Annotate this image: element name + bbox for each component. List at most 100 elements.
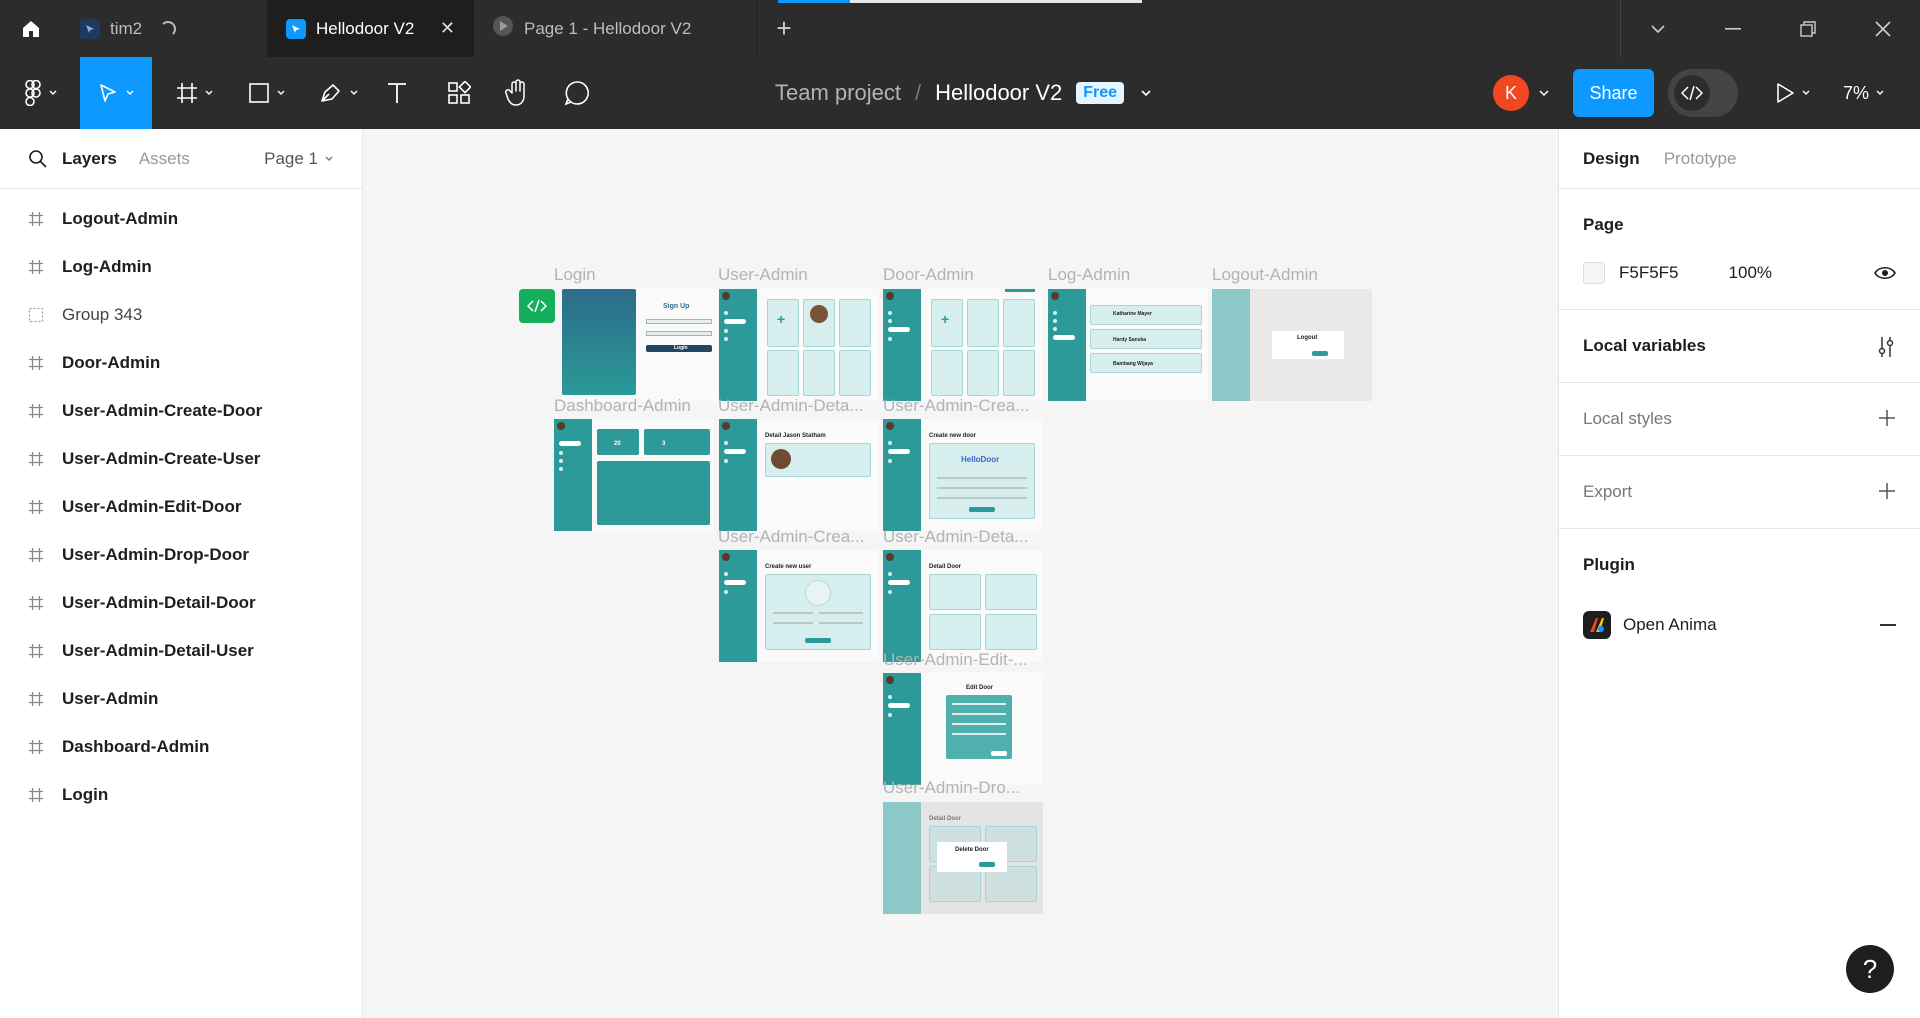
frame-door-admin[interactable]: + xyxy=(883,289,1043,401)
move-tool-button[interactable] xyxy=(80,57,152,129)
new-tab-button[interactable]: + xyxy=(757,0,811,57)
remove-plugin-icon[interactable] xyxy=(1880,624,1896,626)
plugin-item[interactable]: Open Anima xyxy=(1583,601,1896,649)
frame-label-create-user[interactable]: User-Admin-Crea... xyxy=(718,527,878,547)
minimize-icon xyxy=(1724,27,1741,30)
frame-label-detail-user[interactable]: User-Admin-Deta... xyxy=(718,396,878,416)
close-tab-icon[interactable]: ✕ xyxy=(440,18,455,39)
text-tool-button[interactable] xyxy=(380,57,414,129)
dev-resources-button[interactable] xyxy=(519,289,555,323)
mock-card xyxy=(1003,299,1035,347)
variables-settings-icon[interactable] xyxy=(1876,336,1896,358)
layer-item[interactable]: Dashboard-Admin xyxy=(0,723,362,771)
frame-label-login[interactable]: Login xyxy=(554,265,596,285)
user-avatar[interactable]: K xyxy=(1493,75,1529,111)
frame-dashboard-admin[interactable]: 20 3 xyxy=(554,419,714,531)
mock-card xyxy=(929,574,981,610)
layer-item[interactable]: Login xyxy=(0,771,362,819)
detail-door-title: Detail Door xyxy=(929,816,962,822)
frame-label-door-admin[interactable]: Door-Admin xyxy=(883,265,974,285)
frame-user-admin-detail-door[interactable]: Detail Door xyxy=(883,550,1043,662)
frame-label-detail-door[interactable]: User-Admin-Deta... xyxy=(883,527,1043,547)
layer-item[interactable]: User-Admin-Edit-Door xyxy=(0,483,362,531)
zoom-level: 7% xyxy=(1843,82,1870,103)
resources-button[interactable] xyxy=(440,57,478,129)
layer-item[interactable]: User-Admin-Detail-User xyxy=(0,627,362,675)
tab-tim2[interactable]: tim2 xyxy=(62,0,268,57)
page-section: Page F5F5F5 100% xyxy=(1559,189,1920,310)
eye-icon[interactable] xyxy=(1874,266,1896,280)
layer-item[interactable]: User-Admin-Drop-Door xyxy=(0,531,362,579)
page-color-value[interactable]: F5F5F5 xyxy=(1619,263,1679,283)
mock-card xyxy=(767,350,799,396)
frame-logout-admin[interactable]: Logout xyxy=(1212,289,1372,401)
frame-user-admin-edit-door[interactable]: Edit Door xyxy=(883,673,1043,785)
frame-label-dashboard-admin[interactable]: Dashboard-Admin xyxy=(554,396,698,416)
frame-label-create-door[interactable]: User-Admin-Crea... xyxy=(883,396,1043,416)
layer-item[interactable]: Group 343 xyxy=(0,291,362,339)
frame-login[interactable]: Sign Up Login xyxy=(562,289,721,401)
chevron-down-icon[interactable] xyxy=(1538,88,1550,98)
page-fill-row[interactable]: F5F5F5 100% xyxy=(1583,249,1896,297)
mock-sidebar xyxy=(719,550,757,662)
tab-assets[interactable]: Assets xyxy=(139,149,190,169)
comment-tool-button[interactable] xyxy=(560,57,594,129)
page-opacity-value[interactable]: 100% xyxy=(1729,263,1772,283)
plus-icon[interactable] xyxy=(1878,482,1896,500)
pen-tool-button[interactable] xyxy=(312,57,366,129)
main-menu-button[interactable] xyxy=(14,57,68,129)
layer-item[interactable]: Log-Admin xyxy=(0,243,362,291)
restore-button[interactable] xyxy=(1770,0,1845,57)
tab-hellodoor-v2[interactable]: Hellodoor V2 ✕ xyxy=(268,0,474,57)
mock-sidebar xyxy=(719,419,757,531)
file-name[interactable]: Hellodoor V2 xyxy=(935,80,1062,106)
layer-item[interactable]: Door-Admin xyxy=(0,339,362,387)
search-icon[interactable] xyxy=(28,149,48,169)
frame-user-admin-drop-door[interactable]: Detail Door Delete Door xyxy=(883,802,1043,914)
chevron-down-icon[interactable] xyxy=(1138,85,1154,101)
plan-badge[interactable]: Free xyxy=(1076,82,1125,104)
layer-item[interactable]: User-Admin-Detail-Door xyxy=(0,579,362,627)
frame-label-edit-door[interactable]: User-Admin-Edit-... xyxy=(883,650,1043,670)
mock-input xyxy=(952,723,1006,725)
minimize-button[interactable] xyxy=(1695,0,1770,57)
frame-log-admin[interactable]: Katharine Mayer Hardy Sanska Bambang Wij… xyxy=(1048,289,1208,401)
local-variables-title[interactable]: Local variables xyxy=(1583,310,1896,382)
frame-user-admin[interactable]: + xyxy=(719,289,879,401)
share-button[interactable]: Share xyxy=(1573,69,1654,117)
home-button[interactable] xyxy=(0,0,62,57)
tab-design[interactable]: Design xyxy=(1583,149,1640,169)
tab-page1-hellodoor[interactable]: Page 1 - Hellodoor V2 xyxy=(474,0,757,57)
close-window-button[interactable] xyxy=(1845,0,1920,57)
toolbar: Team project / Hellodoor V2 Free K Share… xyxy=(0,57,1920,129)
team-name-link[interactable]: Team project xyxy=(775,80,901,106)
frame-user-admin-detail-user[interactable]: Detail Jason Statham xyxy=(719,419,879,531)
layer-item[interactable]: User-Admin-Create-User xyxy=(0,435,362,483)
tabs-dropdown-button[interactable] xyxy=(1620,0,1695,57)
design-canvas[interactable]: Login User-Admin Door-Admin Log-Admin Lo… xyxy=(363,129,1558,1018)
layer-item[interactable]: Logout-Admin xyxy=(0,195,362,243)
frame-label-logout-admin[interactable]: Logout-Admin xyxy=(1212,265,1318,285)
hand-tool-button[interactable] xyxy=(500,57,534,129)
frame-label-user-admin[interactable]: User-Admin xyxy=(718,265,808,285)
present-button[interactable] xyxy=(1768,57,1818,129)
frame-user-admin-create-door[interactable]: Create new door HelloDoor xyxy=(883,419,1043,531)
page-selector[interactable]: Page 1 xyxy=(264,149,334,169)
frame-label-drop-door[interactable]: User-Admin-Dro... xyxy=(883,778,1043,798)
zoom-control[interactable]: 7% xyxy=(1843,57,1885,129)
plugin-name[interactable]: Open Anima xyxy=(1623,615,1717,635)
tab-layers[interactable]: Layers xyxy=(62,149,117,169)
frame-hash-icon xyxy=(29,260,43,274)
layer-item[interactable]: User-Admin xyxy=(0,675,362,723)
color-swatch[interactable] xyxy=(1583,262,1605,284)
frame-user-admin-create-user[interactable]: Create new user xyxy=(719,550,879,662)
tab-prototype[interactable]: Prototype xyxy=(1664,149,1737,169)
frame-tool-button[interactable] xyxy=(168,57,222,129)
frame-label-log-admin[interactable]: Log-Admin xyxy=(1048,265,1130,285)
plus-icon[interactable] xyxy=(1878,409,1896,427)
loading-progress-bar xyxy=(778,0,1142,3)
layer-item[interactable]: User-Admin-Create-Door xyxy=(0,387,362,435)
help-button[interactable]: ? xyxy=(1846,945,1894,993)
dev-mode-toggle[interactable] xyxy=(1668,69,1738,117)
shape-tool-button[interactable] xyxy=(240,57,294,129)
